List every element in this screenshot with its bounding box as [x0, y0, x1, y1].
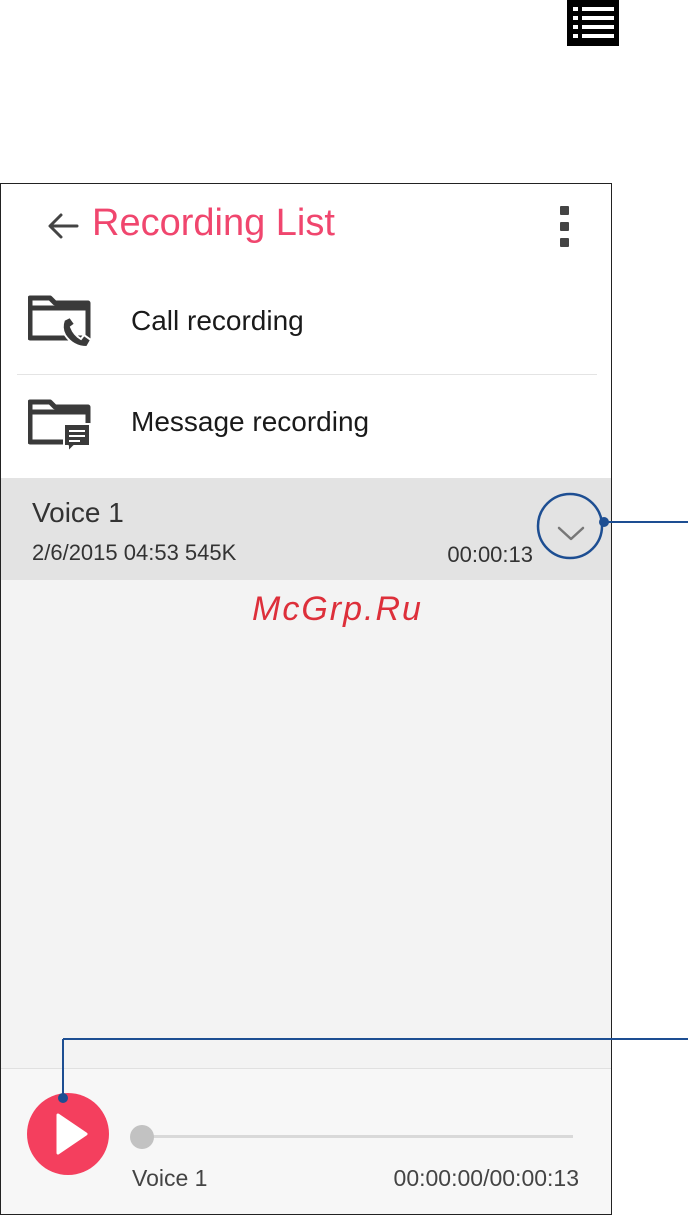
chevron-down-icon[interactable]: [551, 522, 591, 546]
list-document-icon: [567, 0, 619, 46]
recording-duration: 00:00:13: [447, 542, 533, 567]
player-time: 00:00:00/00:00:13: [393, 1165, 579, 1191]
folder-message-recording[interactable]: Message recording: [1, 374, 611, 476]
play-button[interactable]: [27, 1093, 109, 1175]
player-track-name: Voice 1: [132, 1165, 208, 1191]
call-folder-icon: [27, 290, 94, 352]
progress-thumb[interactable]: [130, 1125, 154, 1149]
page-title: Recording List: [92, 202, 335, 244]
recording-list-item[interactable]: Voice 1 2/6/2015 04:53 545K 00:00:13: [1, 478, 611, 580]
app-bar: Recording List: [1, 184, 611, 270]
folder-label: Call recording: [131, 305, 304, 336]
playback-bar: Voice 1 00:00:00/00:00:13: [1, 1068, 611, 1214]
message-folder-icon: [27, 394, 94, 456]
folder-call-recording[interactable]: Call recording: [1, 270, 611, 372]
recording-name: Voice 1: [32, 497, 124, 528]
progress-track[interactable]: [142, 1135, 573, 1138]
phone-screen: Recording List Call recording Message re…: [0, 183, 612, 1215]
recording-date-size: 2/6/2015 04:53 545K: [32, 540, 237, 565]
play-icon: [56, 1113, 88, 1155]
more-options-icon[interactable]: [556, 206, 572, 248]
watermark: McGrp.Ru: [252, 590, 423, 628]
folder-label: Message recording: [131, 406, 370, 437]
back-arrow-icon[interactable]: [43, 206, 83, 246]
